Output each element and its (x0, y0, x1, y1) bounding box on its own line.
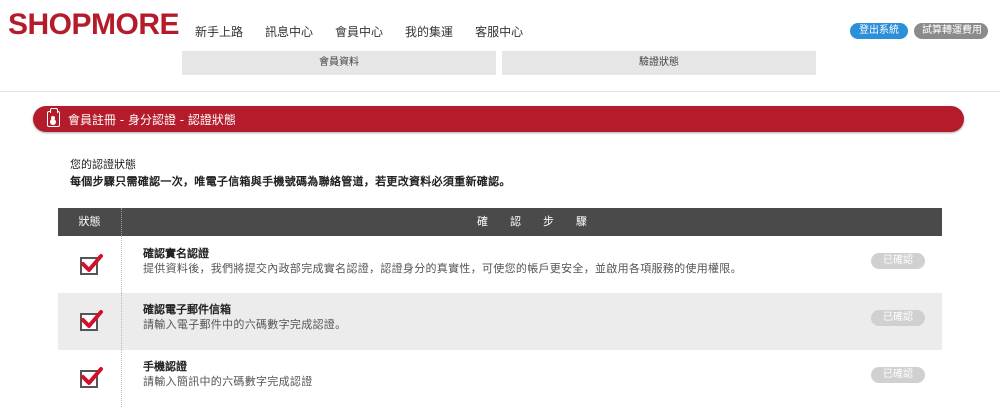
nav-item-messages[interactable]: 訊息中心 (265, 23, 313, 40)
tab-verification-status[interactable]: 驗證狀態 (502, 51, 816, 75)
step-description: 請輸入電子郵件中的六碼數字完成認證。 (143, 318, 347, 331)
step-description: 請輸入簡訊中的六碼數字完成認證 (143, 375, 313, 388)
confirmed-badge: 已確認 (871, 310, 925, 326)
verification-instructions: 每個步驟只需確認一次，唯電子信箱與手機號碼為聯絡管道，若更改資料必須重新確認。 (70, 175, 511, 188)
tab-member-info[interactable]: 會員資料 (182, 51, 496, 75)
checked-checkbox-icon (80, 310, 103, 331)
column-header-steps: 確認步驟 (121, 208, 942, 236)
logout-button[interactable]: 登出系統 (850, 23, 908, 39)
step-title: 手機認證 (143, 360, 187, 373)
nav-item-beginner[interactable]: 新手上路 (195, 23, 243, 40)
verification-status-heading: 您的認證狀態 (70, 158, 136, 171)
nav-item-my-shipments[interactable]: 我的集運 (405, 23, 453, 40)
page-title: 會員註冊 - 身分認證 - 認證狀態 (68, 113, 236, 127)
checked-checkbox-icon (80, 367, 103, 388)
table-row: 手機認證 請輸入簡訊中的六碼數字完成認證 已確認 (58, 350, 942, 407)
confirmed-badge: 已確認 (871, 367, 925, 383)
step-title: 確認電子郵件信箱 (143, 303, 231, 316)
table-row: 確認實名認證 提供資料後，我們將提交內政部完成實名認證，認證身分的真實性，可使您… (58, 236, 942, 293)
clipboard-icon (47, 108, 60, 127)
table-header: 狀態 確認步驟 (58, 208, 942, 236)
main-nav: 新手上路 訊息中心 會員中心 我的集運 客服中心 (195, 23, 545, 40)
step-description: 提供資料後，我們將提交內政部完成實名認證，認證身分的真實性，可使您的帳戶更安全，… (143, 262, 742, 275)
table-row: 確認電子郵件信箱 請輸入電子郵件中的六碼數字完成認證。 已確認 (58, 293, 942, 350)
shipping-fee-calculator-button[interactable]: 試算轉運費用 (914, 23, 988, 39)
shopmore-logo[interactable]: SHOPMORE (8, 8, 180, 42)
page-title-banner: 會員註冊 - 身分認證 - 認證狀態 (33, 106, 964, 132)
step-title: 確認實名認證 (143, 247, 209, 260)
checked-checkbox-icon (80, 254, 103, 275)
nav-item-customer-service[interactable]: 客服中心 (475, 23, 523, 40)
confirmed-badge: 已確認 (871, 253, 925, 269)
column-header-status: 狀態 (78, 215, 101, 228)
verification-table: 狀態 確認步驟 確認實名認證 提供資料後，我們將提交內政部完成實名認證，認證身分… (58, 208, 942, 407)
nav-item-member-center[interactable]: 會員中心 (335, 23, 383, 40)
site-header: SHOPMORE 新手上路 訊息中心 會員中心 我的集運 客服中心 登出系統 試… (0, 0, 1000, 92)
